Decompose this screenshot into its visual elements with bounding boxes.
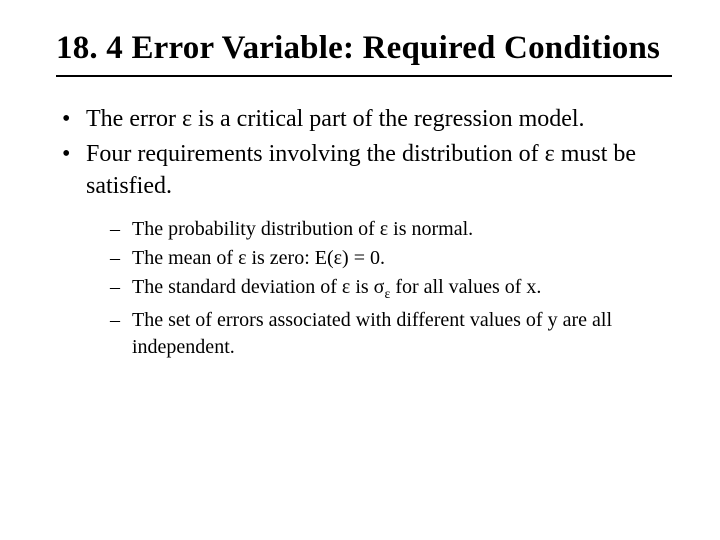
sub-bullet-3-suffix: for all values of x.	[390, 276, 541, 298]
bullet-2-text: Four requirements involving the distribu…	[86, 141, 636, 199]
sub-bullet-3: The standard deviation of ε is σε for al…	[110, 274, 672, 305]
sub-bullet-4: The set of errors associated with differ…	[110, 307, 672, 361]
sub-bullet-list: The probability distribution of ε is nor…	[86, 216, 672, 361]
top-bullet-list: The error ε is a critical part of the re…	[56, 103, 672, 361]
slide-title: 18. 4 Error Variable: Required Condition…	[56, 28, 672, 77]
sub-bullet-2: The mean of ε is zero: E(ε) = 0.	[110, 245, 672, 272]
bullet-2: Four requirements involving the distribu…	[60, 138, 672, 362]
bullet-1: The error ε is a critical part of the re…	[60, 103, 672, 135]
sub-bullet-1: The probability distribution of ε is nor…	[110, 216, 672, 243]
sub-bullet-3-prefix: The standard deviation of ε is σ	[132, 276, 384, 298]
slide-container: 18. 4 Error Variable: Required Condition…	[0, 0, 720, 361]
